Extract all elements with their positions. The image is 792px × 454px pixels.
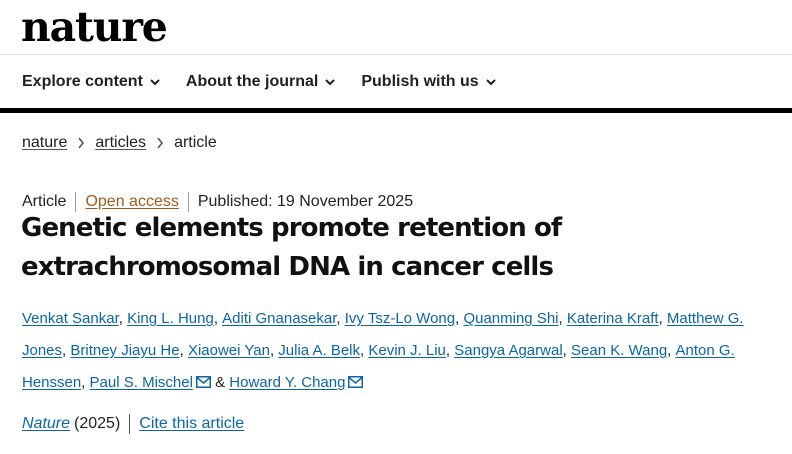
author-item: Venkat Sankar, — [22, 310, 128, 327]
author-item: Julia A. Belk, — [278, 342, 369, 359]
email-icon[interactable] — [195, 368, 211, 388]
chevron-down-icon — [150, 79, 160, 86]
author-link[interactable]: King L. Hung — [127, 310, 214, 327]
author-item: Sean K. Wang, — [571, 342, 676, 359]
citation-line: Nature (2025) Cite this article — [22, 414, 244, 434]
nav-about-journal-label: About the journal — [185, 73, 319, 90]
author-link[interactable]: Quanming Shi — [463, 310, 558, 327]
author-link[interactable]: Kevin J. Liu — [368, 342, 446, 359]
main-nav: Explore content About the journal Publis… — [22, 72, 522, 92]
author-link[interactable]: Britney Jiayu He — [70, 342, 179, 359]
nav-about-journal[interactable]: About the journal — [185, 72, 336, 92]
author-list: Venkat Sankar, King L. Hung, Aditi Gnana… — [22, 303, 782, 399]
author-item: Xiaowei Yan, — [187, 342, 279, 359]
breadcrumb: nature articles article — [22, 134, 217, 152]
author-conjunction: & — [210, 374, 230, 391]
chevron-right-icon — [78, 137, 85, 149]
author-link[interactable]: Venkat Sankar — [22, 310, 119, 327]
header-divider — [0, 54, 792, 55]
nav-publish-with-us[interactable]: Publish with us — [361, 72, 496, 92]
author-link[interactable]: Sean K. Wang — [571, 342, 667, 359]
citation-divider — [129, 414, 131, 434]
author-item: Katerina Kraft, — [566, 310, 667, 327]
author-link[interactable]: Paul S. Mischel — [90, 374, 193, 391]
author-item: Ivy Tsz-Lo Wong, — [344, 310, 464, 327]
author-item: Aditi Gnanasekar, — [222, 310, 345, 327]
author-item: Sangya Agarwal, — [454, 342, 571, 359]
author-item: King L. Hung, — [127, 310, 223, 327]
nature-logo[interactable]: nature — [21, 4, 168, 50]
nav-explore-content[interactable]: Explore content — [22, 72, 160, 92]
publication-year: (2025) — [74, 415, 121, 432]
breadcrumb-nature[interactable]: nature — [22, 134, 67, 152]
author-item: Howard Y. Chang — [229, 374, 364, 391]
chevron-down-icon — [325, 79, 336, 86]
breadcrumb-articles[interactable]: articles — [95, 134, 146, 152]
author-link[interactable]: Xiaowei Yan — [188, 342, 270, 359]
author-link[interactable]: Sangya Agarwal — [454, 342, 562, 359]
author-link[interactable]: Ivy Tsz-Lo Wong — [345, 310, 455, 327]
author-item: Kevin J. Liu, — [368, 342, 455, 359]
journal-link[interactable]: Nature — [22, 415, 70, 433]
cite-this-article-link[interactable]: Cite this article — [139, 415, 244, 433]
author-link[interactable]: Howard Y. Chang — [229, 374, 345, 391]
chevron-right-icon — [157, 137, 164, 149]
author-item: Britney Jiayu He, — [70, 342, 188, 359]
chevron-down-icon — [485, 79, 496, 86]
author-link[interactable]: Katerina Kraft — [567, 310, 659, 327]
author-link[interactable]: Julia A. Belk — [278, 342, 360, 359]
email-icon[interactable] — [348, 368, 364, 388]
author-item: Quanming Shi, — [463, 310, 567, 327]
header-bar — [0, 108, 792, 113]
author-link[interactable]: Aditi Gnanasekar — [222, 310, 336, 327]
nav-explore-content-label: Explore content — [22, 73, 143, 90]
nav-publish-with-us-label: Publish with us — [361, 73, 479, 90]
article-title: Genetic elements promote retention of ex… — [21, 213, 562, 282]
author-item: Paul S. Mischel & — [90, 374, 230, 391]
breadcrumb-current: article — [174, 134, 217, 151]
